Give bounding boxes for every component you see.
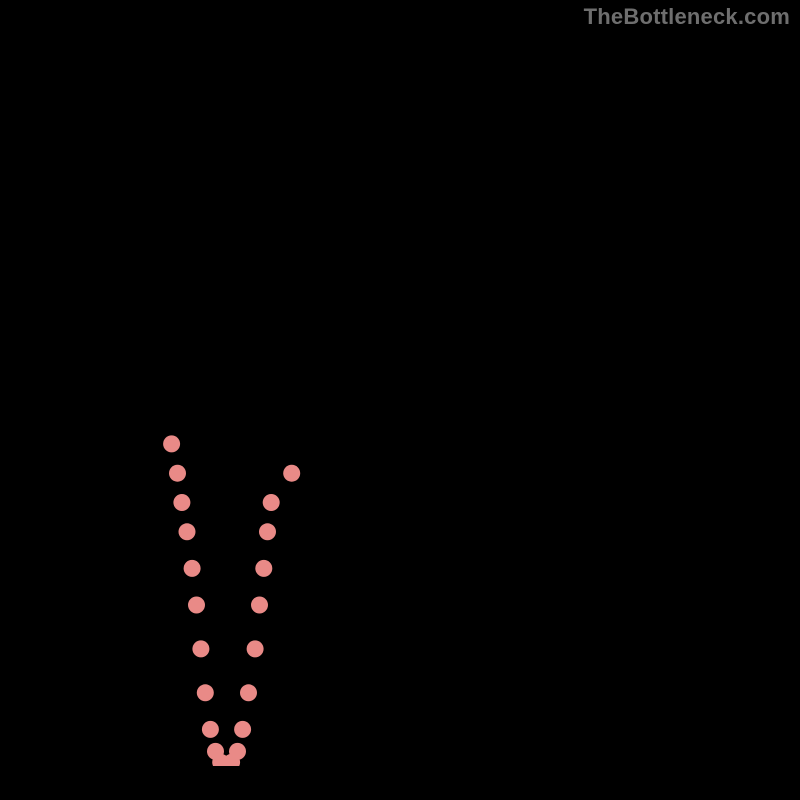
curve-layer [34,34,766,766]
data-point [173,494,190,511]
data-point [197,684,214,701]
data-point [259,523,276,540]
data-point [283,465,300,482]
data-point [229,743,246,760]
data-point [234,721,251,738]
data-point [169,465,186,482]
watermark-text: TheBottleneck.com [584,4,790,30]
data-point [247,640,264,657]
data-point [263,494,280,511]
data-point [251,597,268,614]
data-point [240,684,257,701]
data-point [184,560,201,577]
bottleneck-curve [78,34,766,766]
data-point [188,597,205,614]
data-point [179,523,196,540]
data-point [255,560,272,577]
data-markers [163,435,300,766]
data-point [163,435,180,452]
chart-canvas: TheBottleneck.com [0,0,800,800]
data-point [192,640,209,657]
data-point [202,721,219,738]
plot-area [34,34,766,766]
